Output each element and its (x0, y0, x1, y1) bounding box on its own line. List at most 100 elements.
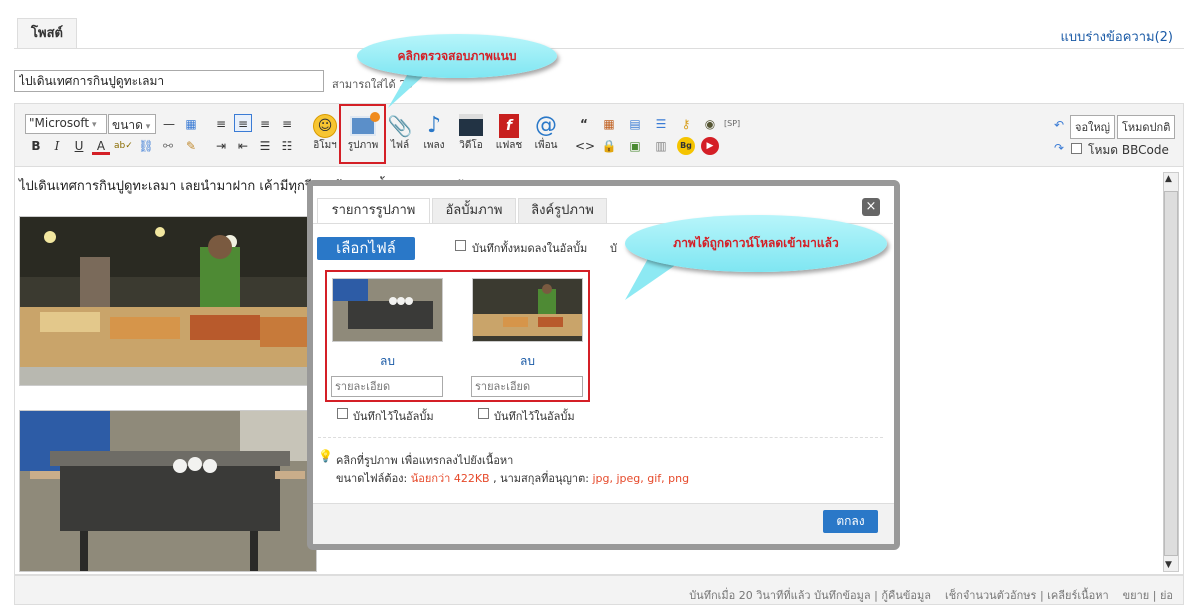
video-label: วิดีโอ (459, 140, 483, 151)
lightbulb-icon: 💡 (318, 449, 333, 463)
sp-button[interactable]: [SP] (724, 119, 740, 128)
font-size-select[interactable]: ขนาด ▾ (108, 114, 156, 134)
bold-icon[interactable]: B (27, 137, 45, 155)
thumbnail-grill[interactable] (332, 278, 443, 342)
gallery-icon[interactable]: ▣ (626, 137, 644, 155)
dialog-divider (318, 437, 883, 438)
friend-button[interactable]: @ เพื่อน (530, 114, 562, 153)
bbcode-checkbox[interactable] (1071, 143, 1082, 154)
align-center-icon[interactable]: ≡ (256, 115, 274, 133)
caption-input-2[interactable] (471, 376, 583, 397)
scroll-down-icon[interactable]: ▼ (1165, 560, 1172, 570)
file-button[interactable]: 📎 ไฟล์ (386, 114, 414, 153)
delete-image-2-link[interactable]: ลบ (520, 352, 535, 371)
tab-post[interactable]: โพสต์ (17, 18, 77, 49)
flash-icon: f (499, 114, 519, 138)
quote-icon[interactable]: “ (575, 115, 593, 133)
tab-divider (14, 48, 1184, 49)
content-photo-grill (19, 410, 317, 572)
song-button[interactable]: ♪ เพลง (420, 114, 448, 153)
link-icon[interactable]: ⛓ (137, 137, 155, 155)
song-label: เพลง (423, 140, 445, 151)
title-input[interactable] (14, 70, 324, 92)
editor-toolbar (14, 103, 1184, 167)
clear-format-icon[interactable]: ✎ (182, 137, 200, 155)
cd-icon[interactable]: ◉ (701, 115, 719, 133)
unordered-list-icon[interactable]: ☷ (278, 137, 296, 155)
undo-icon[interactable]: ↶ (1050, 116, 1068, 134)
dialog-footer (313, 503, 894, 544)
underline-icon[interactable]: U (70, 137, 88, 155)
font-family-value: "Microsoft (29, 116, 90, 130)
save-all-checkbox[interactable] (455, 240, 466, 251)
outdent-icon[interactable]: ⇤ (234, 137, 252, 155)
column-icon[interactable]: ▥ (652, 137, 670, 155)
drafts-link[interactable]: แบบร่างข้อความ(2) (1061, 26, 1174, 47)
tab-image-list[interactable]: รายการรูปภาพ (317, 198, 430, 224)
ordered-list-icon[interactable]: ☰ (256, 137, 274, 155)
font-size-value: ขนาด (112, 118, 143, 132)
callout-downloaded: ภาพได้ถูกดาวน์โหลดเข้ามาแล้ว (625, 215, 887, 272)
video-button[interactable]: วิดีโอ (455, 114, 487, 153)
emoji-icon: ☺ (313, 114, 337, 138)
save-album-checkbox-1[interactable] (337, 408, 348, 419)
delete-image-1-link[interactable]: ลบ (380, 352, 395, 371)
tab-image-link[interactable]: ลิงค์รูปภาพ (518, 198, 607, 224)
align-right-icon[interactable]: ≡ (278, 115, 296, 133)
horizontal-rule-icon[interactable]: — (160, 115, 178, 133)
table-icon[interactable]: ▦ (182, 115, 200, 133)
list-box-icon[interactable]: ☰ (652, 115, 670, 133)
ext-value: jpg, jpeg, gif, png (592, 472, 690, 485)
size-prefix: ขนาดไฟล์ต้อง: (336, 472, 408, 485)
size-value: น้อยกว่า 422KB (410, 472, 490, 485)
youtube-icon[interactable]: ▶ (701, 137, 719, 155)
redo-icon[interactable]: ↷ (1050, 139, 1068, 157)
bbcode-label: โหมด BBCode (1088, 143, 1169, 157)
thumbnail-food-stall[interactable] (472, 278, 583, 342)
normal-mode-button[interactable]: โหมดปกติ (1117, 115, 1176, 139)
align-justify-icon[interactable]: ≡ (234, 114, 252, 132)
note-icon[interactable]: ▤ (626, 115, 644, 133)
choose-file-button[interactable]: เลือกไฟล์ (317, 237, 415, 260)
emoji-button[interactable]: ☺ อิโมฯ (310, 114, 340, 153)
upload-limits: ขนาดไฟล์ต้อง: น้อยกว่า 422KB , นามสกุลที… (336, 469, 689, 487)
unlink-icon[interactable]: ⚯ (159, 137, 177, 155)
scroll-up-icon[interactable]: ▲ (1165, 174, 1172, 184)
flash-label: แฟลช (495, 140, 523, 151)
paperclip-icon: 📎 (387, 114, 413, 138)
save-album-label-2: บันทึกไว้ในอัลบั้ม (494, 410, 575, 423)
scrollbar-thumb[interactable] (1164, 191, 1178, 556)
italic-icon[interactable]: I (48, 137, 66, 155)
tab-album[interactable]: อัลบั้มภาพ (432, 198, 516, 224)
video-icon (459, 114, 483, 136)
save-all-trail: บั (610, 242, 617, 255)
save-album-label-1: บันทึกไว้ในอัลบั้ม (353, 410, 434, 423)
save-all-label: บันทึกทั้งหมดลงในอัลบั้ม (472, 242, 588, 255)
align-left-icon[interactable]: ≡ (212, 115, 230, 133)
food-stall-photo (20, 217, 308, 385)
indent-icon[interactable]: ⇥ (212, 137, 230, 155)
bg-color-icon[interactable]: Bg (677, 137, 695, 155)
key-icon[interactable]: ⚷ (677, 115, 695, 133)
font-color-icon[interactable]: A (92, 137, 110, 155)
caption-input-1[interactable] (331, 376, 443, 397)
music-note-icon: ♪ (426, 113, 442, 138)
image-button-highlight (339, 104, 386, 164)
ok-button[interactable]: ตกลง (823, 510, 878, 533)
fullscreen-button[interactable]: จอใหญ่ (1070, 115, 1116, 139)
thumbnail-food-photo (473, 279, 582, 341)
lock-icon[interactable]: 🔒 (600, 137, 618, 155)
code-icon[interactable]: <> (575, 137, 595, 155)
close-icon[interactable]: × (862, 198, 880, 216)
flash-button[interactable]: f แฟลช (493, 114, 525, 153)
friend-label: เพื่อน (534, 140, 558, 151)
font-family-select[interactable]: "Microsoft ▾ (25, 114, 107, 134)
save-album-checkbox-2[interactable] (478, 408, 489, 419)
emoji-label: อิโมฯ (313, 140, 337, 151)
thumbnail-grill-photo (333, 279, 442, 341)
spoiler-icon[interactable]: ▦ (600, 115, 618, 133)
at-icon: @ (535, 113, 557, 138)
file-label: ไฟล์ (390, 140, 410, 151)
spellcheck-icon[interactable]: ab✓ (114, 137, 133, 155)
status-text[interactable]: บันทึกเมื่อ 20 วินาทีที่แล้ว บันทึกข้อมู… (689, 586, 1173, 604)
